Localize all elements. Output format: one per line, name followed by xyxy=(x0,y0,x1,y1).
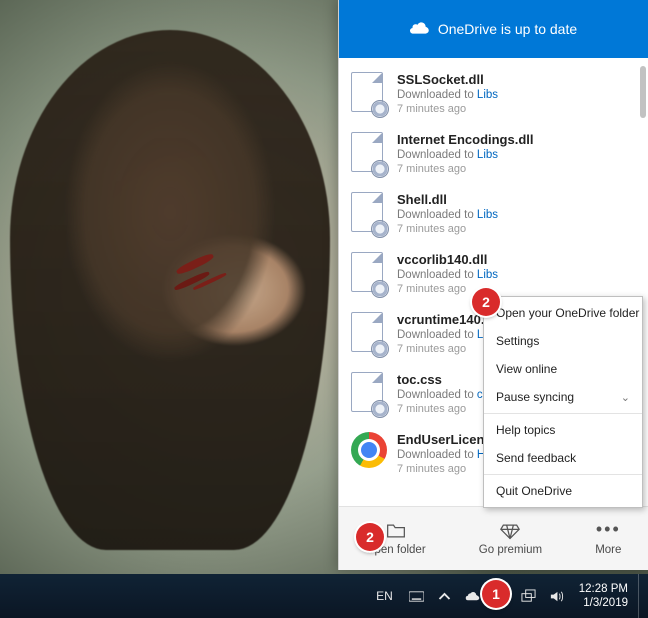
menu-open-folder[interactable]: Open your OneDrive folder xyxy=(484,299,642,327)
onedrive-tray-icon[interactable] xyxy=(465,588,481,604)
file-name: vccorlib140.dll xyxy=(397,252,636,267)
menu-quit[interactable]: Quit OneDrive xyxy=(484,477,642,505)
tray-chevron-icon[interactable] xyxy=(437,588,453,604)
chrome-html-icon xyxy=(351,432,387,468)
location-link[interactable]: Libs xyxy=(477,209,498,221)
show-desktop-button[interactable] xyxy=(638,574,644,618)
menu-view-online[interactable]: View online xyxy=(484,355,642,383)
download-location: Downloaded to Libs xyxy=(397,149,636,161)
annotation-badge-2a: 2 xyxy=(356,523,384,551)
onedrive-cloud-icon xyxy=(410,21,430,38)
annotation-badge-2b: 2 xyxy=(472,288,500,316)
network-tray-icon[interactable] xyxy=(521,588,537,604)
download-location: Downloaded to Libs xyxy=(397,209,636,221)
scrollbar-thumb[interactable] xyxy=(640,66,646,118)
annotation-badge-1: 1 xyxy=(482,580,510,608)
file-name: Internet Encodings.dll xyxy=(397,132,636,147)
diamond-icon xyxy=(500,522,520,540)
menu-settings[interactable]: Settings xyxy=(484,327,642,355)
timestamp: 7 minutes ago xyxy=(397,103,636,115)
css-file-icon xyxy=(351,372,387,416)
menu-send-feedback[interactable]: Send feedback xyxy=(484,444,642,472)
timestamp: 7 minutes ago xyxy=(397,223,636,235)
taskbar-clock[interactable]: 12:28 PM 1/3/2019 xyxy=(573,582,634,611)
onedrive-action-bar: Open folder Go premium ••• More xyxy=(339,506,648,570)
activity-item[interactable]: SSLSocket.dll Downloaded to Libs 7 minut… xyxy=(345,66,642,126)
download-location: Downloaded to Libs xyxy=(397,89,636,101)
download-location: Downloaded to Libs xyxy=(397,269,636,281)
keyboard-icon[interactable] xyxy=(409,588,425,604)
timestamp: 7 minutes ago xyxy=(397,283,636,295)
activity-item[interactable]: Shell.dll Downloaded to Libs 7 minutes a… xyxy=(345,186,642,246)
go-premium-button[interactable]: Go premium xyxy=(479,522,542,556)
chevron-down-icon: ⌄ xyxy=(621,391,630,404)
onedrive-status-header: OneDrive is up to date xyxy=(339,0,648,58)
menu-pause-syncing-label: Pause syncing xyxy=(496,390,574,404)
dll-file-icon xyxy=(351,192,387,236)
folder-icon xyxy=(386,522,406,540)
volume-tray-icon[interactable] xyxy=(549,588,565,604)
dll-file-icon xyxy=(351,132,387,176)
menu-separator xyxy=(484,413,642,414)
location-link[interactable]: Libs xyxy=(477,149,498,161)
onedrive-context-menu: Open your OneDrive folder Settings View … xyxy=(483,296,643,508)
menu-pause-syncing[interactable]: Pause syncing ⌄ xyxy=(484,383,642,411)
location-link[interactable]: Libs xyxy=(477,269,498,281)
activity-item[interactable]: Internet Encodings.dll Downloaded to Lib… xyxy=(345,126,642,186)
more-button[interactable]: ••• More xyxy=(595,522,621,556)
clock-date: 1/3/2019 xyxy=(579,596,628,610)
dll-file-icon xyxy=(351,72,387,116)
timestamp: 7 minutes ago xyxy=(397,163,636,175)
wallpaper-figure xyxy=(10,30,330,550)
location-link[interactable]: Libs xyxy=(477,89,498,101)
taskbar: EN 12:28 PM 1/3/2019 xyxy=(0,574,648,618)
menu-separator xyxy=(484,474,642,475)
dll-file-icon xyxy=(351,312,387,356)
file-name: Shell.dll xyxy=(397,192,636,207)
dll-file-icon xyxy=(351,252,387,296)
onedrive-status-text: OneDrive is up to date xyxy=(438,21,577,37)
more-icon: ••• xyxy=(596,522,621,540)
clock-time: 12:28 PM xyxy=(579,582,628,596)
language-indicator[interactable]: EN xyxy=(376,589,393,603)
go-premium-label: Go premium xyxy=(479,544,542,556)
system-tray: EN xyxy=(376,588,565,604)
menu-help-topics[interactable]: Help topics xyxy=(484,416,642,444)
file-name: SSLSocket.dll xyxy=(397,72,636,87)
more-label: More xyxy=(595,544,621,556)
